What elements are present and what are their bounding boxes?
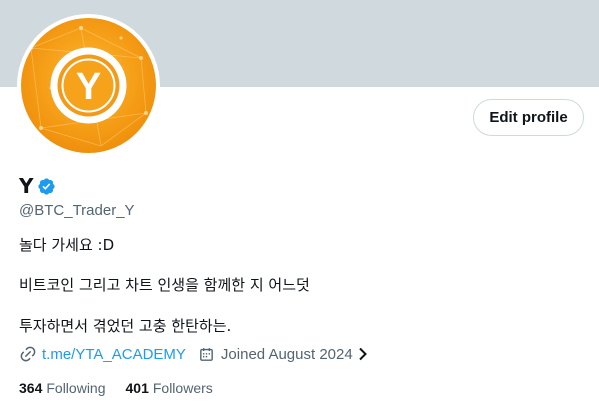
profile-meta: t.me/YTA_ACADEMY Joined August 2024 bbox=[19, 344, 368, 364]
display-name: Y bbox=[19, 174, 34, 198]
profile-link[interactable]: t.me/YTA_ACADEMY bbox=[42, 346, 186, 363]
followers-count: 401 bbox=[125, 380, 149, 396]
avatar[interactable]: Y bbox=[17, 14, 160, 157]
following-count: 364 bbox=[19, 380, 43, 396]
name-row: Y bbox=[19, 174, 56, 198]
bio-line-2: 비트코인 그리고 차트 인생을 함께한 지 어느덧 bbox=[19, 276, 310, 294]
avatar-image: Y bbox=[21, 18, 156, 153]
edit-profile-button[interactable]: Edit profile bbox=[473, 99, 584, 136]
chevron-right-icon[interactable] bbox=[358, 347, 368, 361]
following-label: Following bbox=[46, 380, 106, 396]
followers-link[interactable]: 401 Followers bbox=[126, 380, 213, 396]
bio-line-1: 놀다 가세요 :D bbox=[19, 236, 115, 254]
avatar-logo: Y bbox=[29, 26, 148, 147]
bio-line-3: 투자하면서 겪었던 고충 한탄하는. bbox=[19, 317, 232, 335]
calendar-icon bbox=[198, 346, 215, 363]
joined-date: Joined August 2024 bbox=[220, 345, 353, 363]
follow-stats: 364 Following 401 Followers bbox=[19, 380, 213, 396]
handle: @BTC_Trader_Y bbox=[19, 202, 135, 219]
link-icon bbox=[19, 345, 37, 363]
followers-label: Followers bbox=[152, 380, 213, 396]
avatar-letter: Y bbox=[76, 66, 101, 108]
following-link[interactable]: 364 Following bbox=[19, 380, 106, 396]
verified-badge-icon[interactable] bbox=[37, 177, 56, 196]
